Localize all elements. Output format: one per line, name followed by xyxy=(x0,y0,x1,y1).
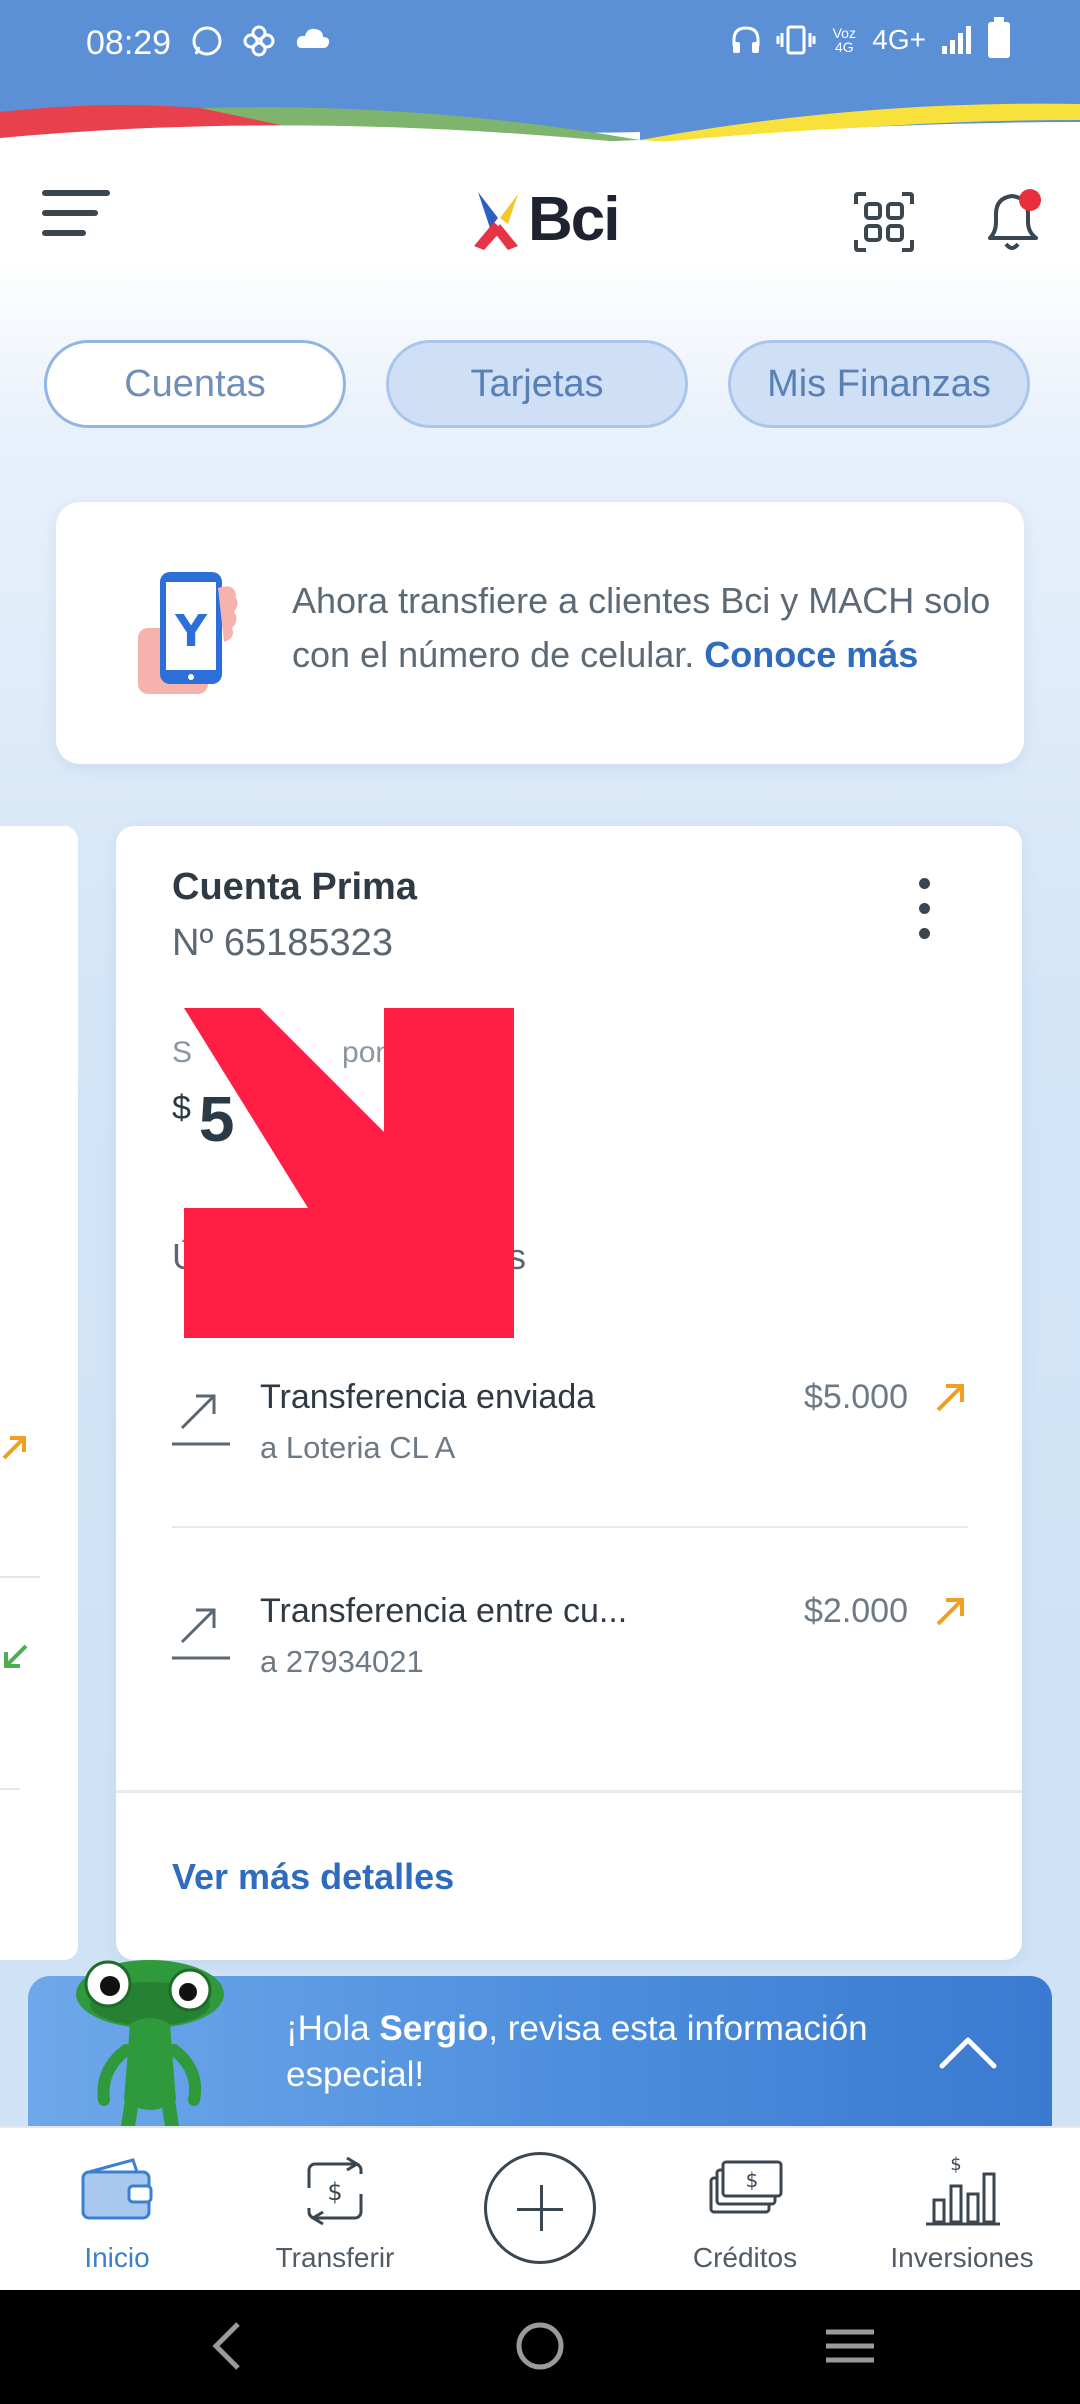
whatsapp-icon xyxy=(192,26,222,56)
promo-card[interactable]: Y Ahora transfiere a clientes Bci y MACH… xyxy=(56,502,1024,764)
transaction-row[interactable]: Transferencia entre cu... a 27934021 $2.… xyxy=(172,1592,968,1702)
transaction-title: Transferencia enviada xyxy=(260,1378,596,1416)
greeting-prefix: ¡Hola xyxy=(286,2009,380,2048)
investments-icon: $ xyxy=(926,2154,1000,2226)
nav-creditos[interactable]: $ Créditos xyxy=(655,2154,835,2274)
account-card: Cuenta Prima Nº 65185323 Sponible $51 Úo… xyxy=(116,826,1022,1960)
status-time: 08:29 xyxy=(86,24,172,62)
cloud-icon xyxy=(296,28,330,48)
transfer-icon: $ xyxy=(307,2156,363,2226)
qr-code-button[interactable] xyxy=(852,190,916,254)
signal-icon xyxy=(942,26,971,54)
nav-label: Créditos xyxy=(692,2242,798,2273)
transaction-amount: $5.000 xyxy=(804,1378,908,1416)
volte-label: Voz 4G xyxy=(832,25,856,55)
home-icon[interactable] xyxy=(514,2320,566,2372)
phone-in-hand-icon: Y xyxy=(138,572,238,694)
bci-logo-mark-icon xyxy=(474,191,518,250)
account-title: Cuenta Prima xyxy=(172,866,417,908)
tab-cuentas[interactable]: Cuentas xyxy=(44,340,346,428)
outgoing-arrow-icon xyxy=(2,1436,26,1460)
network-label: 4G+ xyxy=(872,24,926,55)
greeting-text: ¡Hola Sergio, revisa esta información es… xyxy=(286,2006,926,2098)
headphones-icon xyxy=(732,26,760,53)
svg-text:$: $ xyxy=(746,2168,759,2192)
status-system-icons: Voz 4G 4G+ xyxy=(730,17,1010,58)
promo-text: Ahora transfiere a clientes Bci y MACH s… xyxy=(292,574,992,682)
hamburger-icon[interactable] xyxy=(42,190,110,252)
bell-icon xyxy=(988,189,1041,250)
transaction-subtitle: a Loteria CL A xyxy=(260,1430,456,1465)
header-wave-decoration xyxy=(0,103,1080,150)
svg-text:Y: Y xyxy=(174,606,208,657)
promo-link[interactable]: Conoce más xyxy=(704,634,918,675)
nav-label: Transferir xyxy=(275,2242,395,2273)
bci-logo: Bci xyxy=(470,184,620,255)
nav-inicio[interactable]: Inicio xyxy=(27,2154,207,2274)
transfer-out-icon xyxy=(172,1608,230,1660)
tab-tarjetas[interactable]: Tarjetas xyxy=(386,340,688,428)
lizard-mascot-icon xyxy=(76,1960,224,2140)
more-options-icon[interactable] xyxy=(912,878,936,940)
account-tabs: Cuentas Tarjetas Mis Finanzas xyxy=(44,340,1030,428)
status-notification-icons xyxy=(190,24,332,58)
nav-label: Inicio xyxy=(84,2242,150,2273)
back-icon[interactable] xyxy=(210,2320,244,2372)
qr-code-icon xyxy=(854,192,914,252)
system-navigation-bar xyxy=(0,2290,1080,2404)
transfer-out-icon xyxy=(172,1394,230,1446)
plus-icon[interactable] xyxy=(484,2152,596,2264)
battery-icon xyxy=(988,17,1010,58)
tab-mis-finanzas[interactable]: Mis Finanzas xyxy=(728,340,1030,428)
brand-name: Bci xyxy=(528,185,620,254)
peek-divider xyxy=(0,1788,20,1790)
transaction-title: Transferencia entre cu... xyxy=(260,1592,628,1630)
incoming-arrow-icon xyxy=(4,1644,28,1668)
pinwheel-icon xyxy=(243,25,275,57)
app-header: Bci xyxy=(0,140,1080,300)
nav-label: Inversiones xyxy=(890,2242,1034,2273)
wallet-icon xyxy=(81,2158,153,2220)
credits-icon: $ xyxy=(709,2160,783,2214)
recents-icon[interactable] xyxy=(824,2320,876,2372)
transaction-subtitle: a 27934021 xyxy=(260,1644,424,1679)
ver-mas-detalles-link[interactable]: Ver más detalles xyxy=(172,1856,454,1898)
chevron-up-icon[interactable] xyxy=(938,2032,998,2072)
transaction-row[interactable]: Transferencia enviada a Loteria CL A $5.… xyxy=(172,1378,968,1488)
transaction-amount: $2.000 xyxy=(804,1592,908,1630)
status-bar: 08:29 Voz 4G 4G+ xyxy=(0,0,1080,150)
user-name: Sergio xyxy=(379,2009,489,2048)
svg-text:$: $ xyxy=(950,2154,961,2175)
bottom-navigation: Inicio $ Transferir $ Créditos $ Inversi… xyxy=(0,2126,1080,2290)
previous-account-card-peek[interactable] xyxy=(0,826,78,1960)
peek-divider xyxy=(0,1576,40,1578)
notifications-button[interactable] xyxy=(980,186,1046,256)
vibrate-icon xyxy=(776,25,816,55)
card-divider xyxy=(116,1790,1022,1793)
outgoing-arrow-icon xyxy=(936,1384,964,1412)
nav-inversiones[interactable]: $ Inversiones xyxy=(872,2154,1052,2274)
nav-transferir[interactable]: $ Transferir xyxy=(245,2154,425,2274)
outgoing-arrow-icon xyxy=(936,1598,964,1626)
transaction-divider xyxy=(172,1526,968,1528)
red-arrow-overlay xyxy=(184,1008,514,1338)
account-number: Nº 65185323 xyxy=(172,922,393,964)
svg-text:$: $ xyxy=(327,2178,342,2206)
